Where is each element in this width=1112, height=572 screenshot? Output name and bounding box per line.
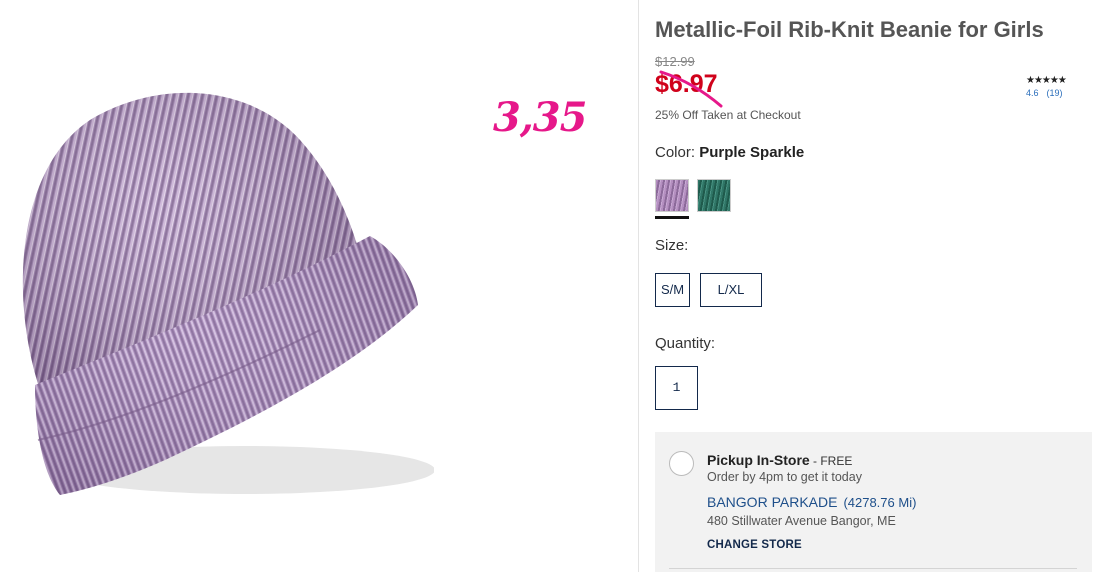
- color-selected-value: Purple Sparkle: [699, 144, 805, 161]
- rating-meta[interactable]: 4.6 (19): [1026, 88, 1066, 98]
- pickup-in-store-panel: Pickup In-Store - FREE Order by 4pm to g…: [655, 432, 1092, 572]
- store-name-link[interactable]: BANGOR PARKADE (4278.76 Mi): [707, 494, 916, 510]
- review-count-link[interactable]: (19): [1047, 88, 1063, 98]
- product-image[interactable]: [0, 0, 434, 572]
- pickup-subtitle: Order by 4pm to get it today: [707, 470, 862, 484]
- size-label: Size:: [655, 237, 689, 254]
- pickup-free-label: - FREE: [809, 454, 853, 468]
- swatch-teal-sparkle[interactable]: [697, 179, 731, 212]
- vertical-divider: [638, 0, 639, 572]
- original-price: $12.99: [655, 54, 695, 69]
- sale-price: $6.97: [655, 70, 718, 98]
- pickup-title: Pickup In-Store - FREE: [707, 452, 852, 468]
- discount-note: 25% Off Taken at Checkout: [655, 108, 801, 122]
- swatch-purple-sparkle[interactable]: [655, 179, 689, 212]
- size-option-sm[interactable]: S/M: [655, 273, 690, 307]
- selected-swatch-indicator: [655, 216, 689, 219]
- store-distance: (4278.76 Mi): [843, 495, 917, 510]
- size-option-lxl[interactable]: L/XL: [700, 273, 762, 307]
- product-details: Metallic-Foil Rib-Knit Beanie for Girls …: [655, 0, 1095, 572]
- rating-value: 4.6: [1026, 88, 1039, 98]
- change-store-link[interactable]: CHANGE STORE: [707, 539, 802, 551]
- product-title: Metallic-Foil Rib-Knit Beanie for Girls: [655, 17, 1044, 42]
- handwritten-annotation: 3,35: [493, 94, 587, 141]
- pickup-radio[interactable]: [669, 451, 694, 476]
- store-name[interactable]: BANGOR PARKADE: [707, 494, 837, 510]
- rating-summary[interactable]: ★★★★★ 4.6 (19): [1026, 75, 1067, 98]
- beanie-illustration: [22, 92, 434, 495]
- store-address: 480 Stillwater Avenue Bangor, ME: [707, 514, 896, 528]
- sale-price-block: $6.97: [655, 70, 723, 108]
- quantity-input[interactable]: 1: [655, 366, 698, 410]
- star-rating-icon: ★★★★★: [1026, 75, 1067, 86]
- quantity-label: Quantity:: [655, 335, 716, 352]
- pickup-title-text: Pickup In-Store: [707, 452, 810, 468]
- panel-divider: [669, 568, 1077, 569]
- color-row: Color: Purple Sparkle: [655, 144, 804, 161]
- color-label: Color:: [655, 144, 696, 161]
